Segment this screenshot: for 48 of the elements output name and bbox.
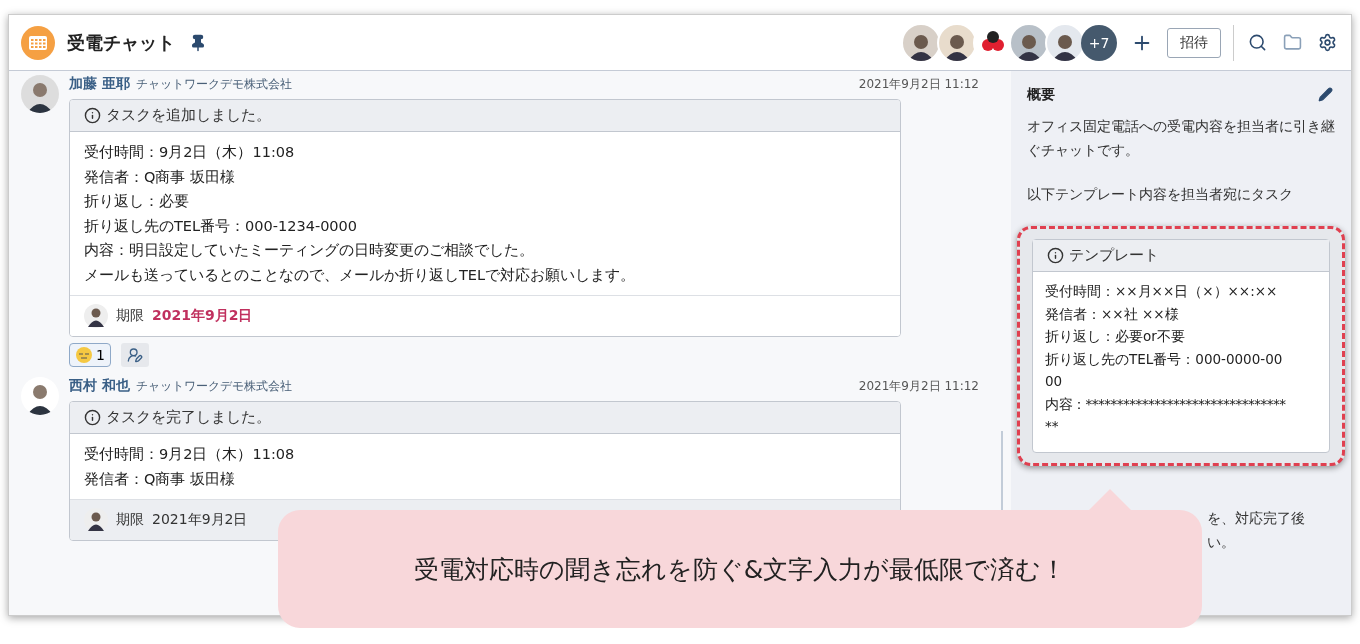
- deadline-date: 2021年9月2日: [152, 307, 253, 325]
- task-line: 折り返し先のTEL番号：000-1234-0000: [84, 216, 359, 236]
- more-members-badge[interactable]: +7: [1081, 24, 1117, 61]
- room-title: 受電チャット: [67, 30, 175, 55]
- template-title: テンプレート: [1069, 246, 1159, 265]
- callout-text: 受電対応時の聞き忘れを防ぐ&文字入力が最低限で済む！: [413, 553, 1067, 586]
- template-line: **: [1045, 417, 1060, 436]
- task-line: 受付時間：9月2日（木）11:08: [84, 143, 296, 162]
- reaction-button[interactable]: 1: [69, 343, 111, 367]
- summary-text: オフィス固定電話への受電内容を担当者に引き継ぐチャットです。: [1027, 117, 1335, 160]
- template-line: 折り返し先のTEL番号：000-0000-00: [1045, 349, 1284, 369]
- info-icon: [84, 107, 101, 124]
- template-line: 折り返し：必要or不要: [1045, 327, 1186, 346]
- smiley-icon: [75, 346, 93, 364]
- author-name[interactable]: 加藤 亜耶: [69, 75, 130, 93]
- summary-text: い。: [1206, 532, 1236, 552]
- edit-icon[interactable]: [1316, 85, 1335, 104]
- deadline-label: 期限: [116, 511, 144, 529]
- message-time: 2021年9月2日 11:12: [858, 76, 979, 93]
- task-line: 発信者：Q商事 坂田様: [84, 469, 237, 489]
- template-line: 内容：********************************: [1045, 394, 1287, 414]
- template-line: 00: [1045, 372, 1064, 391]
- summary-title: 概要: [1027, 85, 1055, 104]
- deadline-label: 期限: [116, 307, 144, 325]
- info-icon: [84, 409, 101, 426]
- author-name[interactable]: 西村 和也: [69, 377, 130, 395]
- assignee-avatar: [84, 304, 108, 328]
- task-line: 折り返し：必要: [84, 192, 190, 211]
- info-icon: [1047, 247, 1064, 264]
- task-status: タスクを完了しました。: [106, 408, 271, 427]
- template-line: 受付時間：××月××日（×）××:××: [1045, 282, 1279, 301]
- task-line: 受付時間：9月2日（木）11:08: [84, 445, 296, 464]
- summary-text: 以下テンプレート内容を担当者宛にタスク: [1027, 185, 1294, 204]
- assign-icon[interactable]: [120, 343, 149, 367]
- task-line: 内容：明日設定していたミーティングの日時変更のご相談でした。: [84, 241, 535, 260]
- company-name: チャットワークデモ株式会社: [135, 378, 292, 395]
- company-name: チャットワークデモ株式会社: [135, 76, 292, 93]
- avatar: [21, 377, 59, 415]
- task-line: メールも送っているとのことなので、メールか折り返しTELで対応お願いします。: [84, 265, 637, 285]
- summary-text: を、対応完了後: [1206, 508, 1306, 528]
- template-line: 発信者：××社 ××様: [1045, 304, 1180, 324]
- deadline-date: 2021年9月2日: [152, 511, 248, 529]
- message-time: 2021年9月2日 11:12: [858, 378, 979, 395]
- task-status: タスクを追加しました。: [106, 106, 271, 125]
- avatar: [21, 75, 59, 113]
- invite-button[interactable]: 招待: [1167, 27, 1221, 58]
- task-line: 発信者：Q商事 坂田様: [84, 167, 237, 187]
- room-icon: [21, 25, 55, 60]
